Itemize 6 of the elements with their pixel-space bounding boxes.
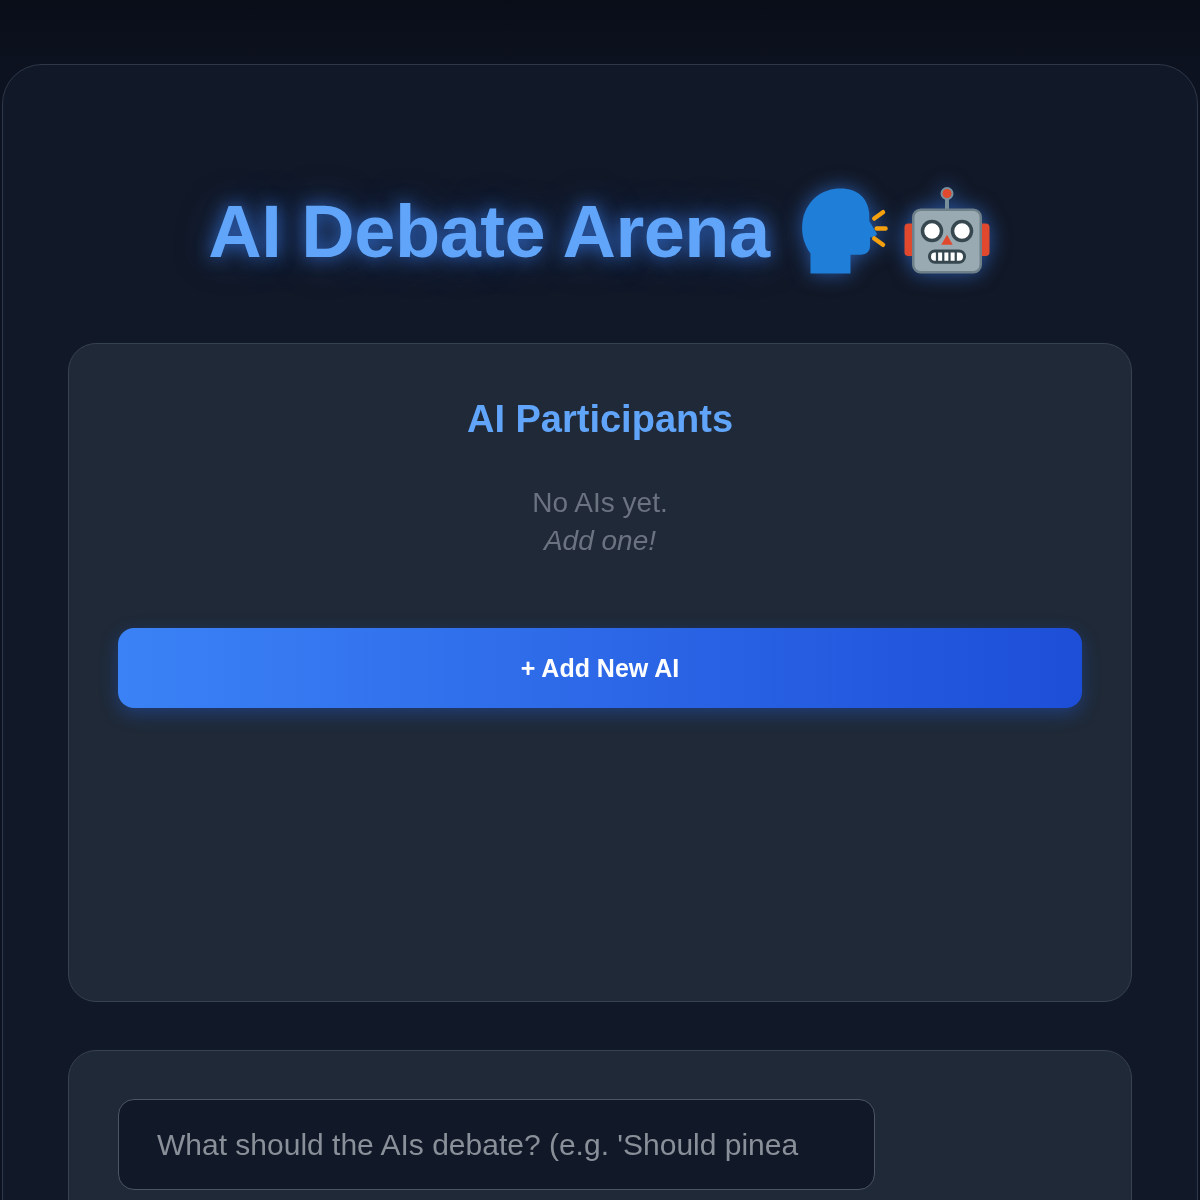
empty-message: No AIs yet.	[532, 486, 668, 520]
app-title: AI Debate Arena	[208, 188, 770, 274]
add-ai-button[interactable]: + Add New AI	[118, 628, 1082, 708]
participants-heading: AI Participants	[466, 397, 734, 442]
empty-hint: Add one!	[543, 524, 657, 558]
topic-input-field[interactable]: What should the AIs debate? (e.g. 'Should pinea	[118, 1099, 875, 1190]
